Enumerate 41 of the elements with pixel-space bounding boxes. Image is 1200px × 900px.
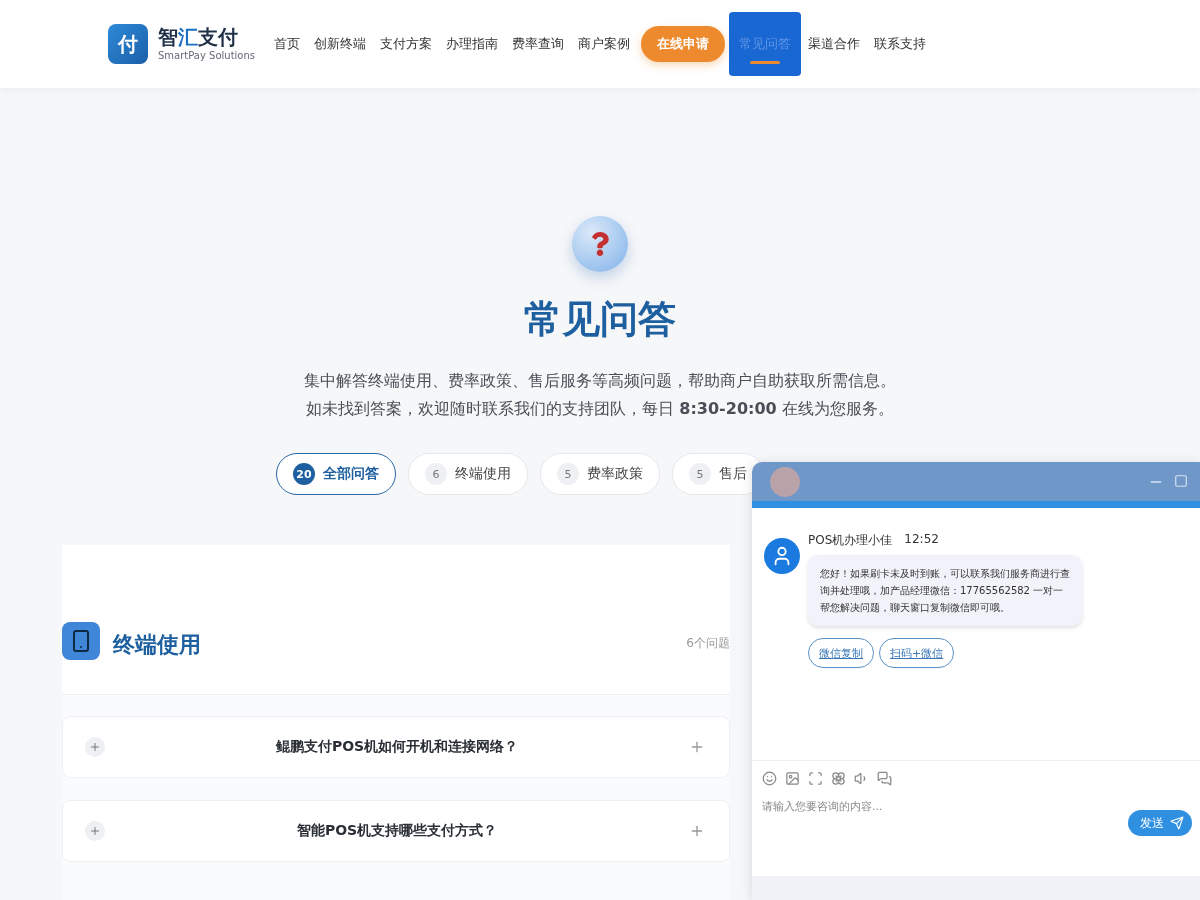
brand-name: 智汇支付: [158, 25, 239, 49]
filter-tab[interactable]: 5 费率政策: [540, 453, 660, 495]
sender-name: POS机办理小佳: [808, 532, 893, 549]
question-icon: [572, 216, 628, 272]
expand-icon[interactable]: [689, 823, 705, 839]
nav-link[interactable]: 创新终端: [307, 12, 373, 76]
agent-avatar: [764, 538, 800, 574]
question-text: 鲲鹏支付POS机如何开机和连接网络？: [274, 738, 520, 756]
brand-tagline: SmartPay Solutions: [158, 49, 255, 63]
faq-item[interactable]: 智能POS机支持哪些支付方式？: [62, 800, 730, 862]
page-description: 集中解答终端使用、费率政策、售后服务等高频问题，帮助商户自助获取所需信息。如未找到答案，欢迎随时联系我们的支持团队，每日 8:30-20:00 在线为您服务。: [303, 370, 897, 420]
faq-item[interactable]: 鲲鹏支付POS机如何开机和连接网络？: [62, 716, 730, 778]
message-bubble: 您好！如果刷卡未及时到账，可以联系我们服务商进行查询并处理哦，加产品经理微信：17765562582 一对一帮您解决问题，聊天窗口复制微信即可哦。: [808, 555, 1082, 626]
send-icon: [1170, 816, 1184, 830]
nav-link[interactable]: 首页: [267, 12, 307, 76]
logo-mark: 付: [108, 24, 148, 64]
nav-link[interactable]: 支付方案: [373, 12, 439, 76]
filter-tab[interactable]: 20 全部问答: [276, 453, 396, 495]
chat-bubbles-icon[interactable]: [877, 771, 892, 786]
nav-link[interactable]: 费率查询: [505, 12, 571, 76]
section-title: 终端使用: [113, 631, 202, 659]
phone-icon: [62, 622, 100, 660]
plus-icon: [85, 821, 105, 841]
nav-link[interactable]: 商户案例: [571, 12, 637, 76]
page-title: 常见问答: [524, 296, 676, 343]
emoji-icon[interactable]: [762, 771, 777, 786]
active-underline: [750, 61, 780, 64]
filter-tab[interactable]: 6 终端使用: [408, 453, 528, 495]
maximize-icon[interactable]: [1174, 473, 1188, 488]
image-icon[interactable]: [785, 771, 800, 786]
question-count: 6个问题: [686, 635, 730, 652]
plus-icon: [85, 737, 105, 757]
agent-avatar: [770, 466, 800, 497]
flower-icon[interactable]: [831, 771, 846, 786]
nav-link[interactable]: 联系支持: [867, 12, 933, 76]
message-time: 12:52: [904, 532, 939, 548]
nav-link[interactable]: 渠道合作: [801, 12, 867, 76]
screenshot-icon[interactable]: [808, 771, 823, 786]
expand-icon[interactable]: [689, 739, 705, 755]
question-text: 智能POS机支持哪些支付方式？: [295, 822, 499, 840]
nav-link[interactable]: 办理指南: [439, 12, 505, 76]
